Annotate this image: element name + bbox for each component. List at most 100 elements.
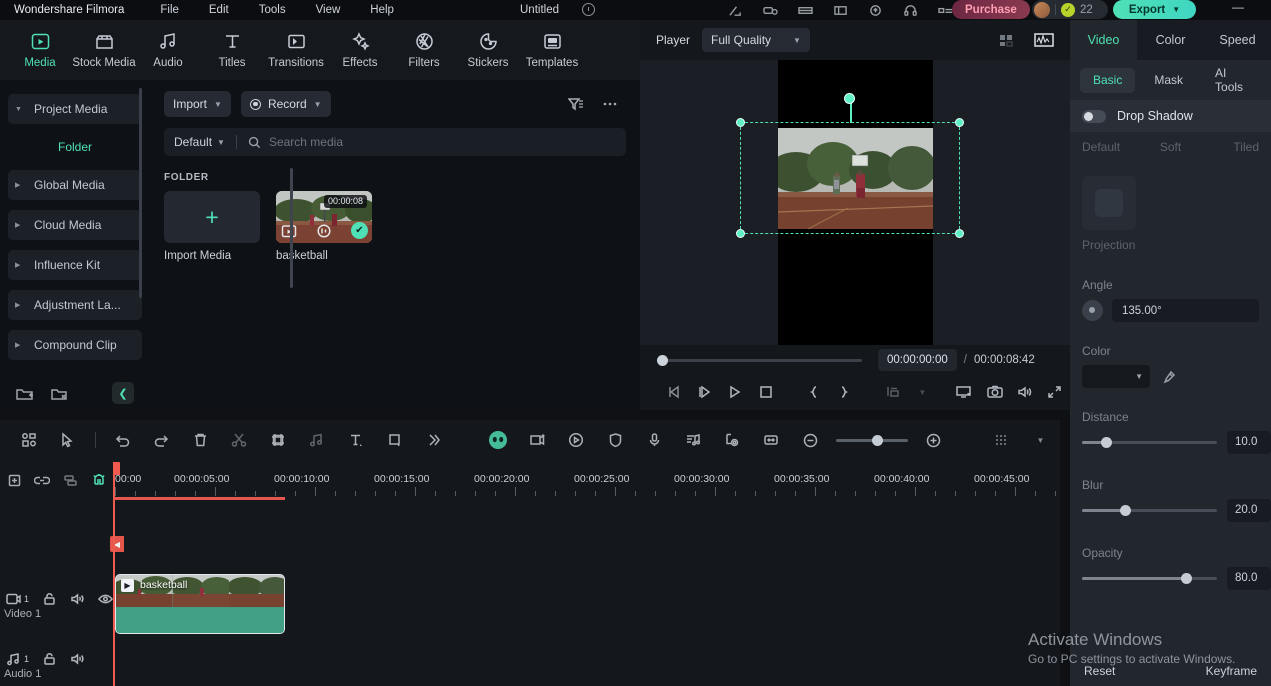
sidebar-item-cloud-media[interactable]: ▶ Cloud Media: [8, 210, 142, 240]
view-grid-icon[interactable]: [10, 425, 49, 455]
lock-icon[interactable]: [42, 652, 57, 666]
snapshot-button[interactable]: [980, 378, 1010, 406]
eyedropper-icon[interactable]: [1162, 370, 1176, 384]
subtab-ai-tools[interactable]: AI Tools: [1202, 66, 1261, 94]
smart-cutout-icon[interactable]: [713, 425, 752, 455]
media-cell-import[interactable]: + Import Media: [164, 191, 260, 262]
undo-button[interactable]: [103, 425, 142, 455]
redo-button[interactable]: [142, 425, 181, 455]
distance-slider[interactable]: [1082, 437, 1217, 448]
waveform-monitor-icon[interactable]: [1034, 32, 1054, 48]
shape-button[interactable]: [376, 425, 415, 455]
mark-in-button[interactable]: [799, 378, 829, 406]
timeline-options-dropdown[interactable]: ▼: [1021, 425, 1060, 455]
headset-icon[interactable]: [903, 4, 918, 17]
opacity-knob[interactable]: [1180, 573, 1192, 584]
sidebar-item-compound-clip[interactable]: ▶ Compound Clip: [8, 330, 142, 360]
projection-preview[interactable]: [1082, 176, 1136, 230]
resize-handle-top-right[interactable]: [954, 118, 964, 127]
sidebar-item-global-media[interactable]: ▶ Global Media: [8, 170, 142, 200]
ruler-scale[interactable]: 00:00 00:00:05:00 00:00:10:00 00:00:15:0…: [113, 460, 1060, 500]
menu-tools[interactable]: Tools: [259, 4, 286, 16]
search-input[interactable]: Search media: [269, 135, 343, 149]
sidebar-folder-label[interactable]: Folder: [0, 134, 150, 160]
tab-stock-media[interactable]: Stock Media: [72, 21, 136, 79]
sidebar-item-adjustment-layer[interactable]: ▶ Adjustment La...: [8, 290, 142, 320]
mute-icon[interactable]: [70, 652, 85, 666]
list-view-icon[interactable]: [938, 4, 953, 17]
previous-frame-button[interactable]: [660, 378, 690, 406]
tab-transitions[interactable]: Transitions: [264, 21, 328, 79]
add-track-icon[interactable]: [0, 468, 28, 492]
export-button[interactable]: Export ▼: [1113, 0, 1196, 19]
audio-detach-button[interactable]: [298, 425, 337, 455]
split-button[interactable]: [220, 425, 259, 455]
tab-stickers[interactable]: Stickers: [456, 21, 520, 79]
fit-to-width-icon[interactable]: [752, 425, 791, 455]
collapse-sidebar-button[interactable]: ❮: [112, 382, 134, 404]
keyframe-button[interactable]: Keyframe: [1206, 664, 1257, 678]
record-screen-icon[interactable]: [763, 4, 778, 17]
angle-dial[interactable]: [1082, 300, 1103, 321]
tab-video[interactable]: Video: [1070, 20, 1137, 60]
drop-shadow-toggle[interactable]: [1082, 109, 1106, 123]
preset-default[interactable]: Default: [1082, 140, 1141, 154]
distance-value[interactable]: 10.0: [1227, 431, 1271, 454]
resize-handle-bottom-left[interactable]: [735, 229, 745, 238]
menu-help[interactable]: Help: [370, 4, 394, 16]
audio-mixer-icon[interactable]: [674, 425, 713, 455]
tab-media[interactable]: Media: [8, 21, 72, 79]
selection-box[interactable]: [735, 93, 964, 238]
grid-view-icon[interactable]: [999, 33, 1016, 48]
tab-filters[interactable]: Filters: [392, 21, 456, 79]
current-timecode[interactable]: 00:00:00:00: [878, 349, 957, 371]
menu-file[interactable]: File: [160, 4, 179, 16]
timeline-options-icon[interactable]: [982, 425, 1021, 455]
delete-button[interactable]: [181, 425, 220, 455]
layout-icon[interactable]: [833, 4, 848, 17]
tab-effects[interactable]: Effects: [328, 21, 392, 79]
volume-button[interactable]: [1010, 378, 1040, 406]
media-search-bar[interactable]: Default ▼ Search media: [164, 128, 626, 156]
blur-value[interactable]: 20.0: [1227, 499, 1271, 522]
visibility-eye-icon[interactable]: [98, 592, 113, 606]
import-media-placeholder[interactable]: +: [164, 191, 260, 243]
microphone-icon[interactable]: [635, 425, 674, 455]
zoom-out-button[interactable]: [791, 425, 830, 455]
delete-folder-icon[interactable]: [50, 386, 68, 402]
opacity-value[interactable]: 80.0: [1227, 567, 1271, 590]
subtab-basic[interactable]: Basic: [1080, 67, 1136, 93]
cloud-sync-icon[interactable]: [582, 3, 595, 16]
selection-tool-icon[interactable]: [49, 425, 88, 455]
minimize-button[interactable]: —: [1232, 1, 1244, 13]
group-clips-icon[interactable]: [57, 468, 85, 492]
rotate-handle[interactable]: [844, 93, 855, 104]
opacity-slider[interactable]: [1082, 573, 1217, 584]
tab-templates[interactable]: Templates: [520, 21, 584, 79]
distance-knob[interactable]: [1101, 437, 1113, 448]
tab-audio[interactable]: Audio: [136, 21, 200, 79]
avatar[interactable]: [1034, 1, 1050, 18]
color-picker[interactable]: ▼: [1082, 365, 1150, 388]
preset-soft[interactable]: Soft: [1141, 140, 1200, 154]
timeline-zoom-slider[interactable]: [835, 434, 908, 446]
sidebar-item-project-media[interactable]: ▼ Project Media: [8, 94, 142, 124]
more-options-icon[interactable]: [602, 96, 618, 112]
import-button[interactable]: Import ▼: [164, 91, 231, 117]
sort-dropdown[interactable]: Default ▼: [174, 135, 225, 149]
seek-knob[interactable]: [657, 354, 668, 366]
new-folder-icon[interactable]: [16, 386, 34, 402]
ai-assistant-icon[interactable]: [479, 425, 518, 455]
stop-button[interactable]: [751, 378, 781, 406]
split-screen-icon[interactable]: [798, 4, 813, 17]
link-clips-icon[interactable]: [28, 468, 56, 492]
mark-out-button[interactable]: [829, 378, 859, 406]
subtab-mask[interactable]: Mask: [1141, 68, 1196, 93]
filter-sort-icon[interactable]: [568, 96, 584, 112]
more-tools-button[interactable]: [415, 425, 454, 455]
tab-color[interactable]: Color: [1137, 20, 1204, 60]
purchase-button[interactable]: Purchase: [952, 0, 1030, 19]
upload-icon[interactable]: [868, 4, 883, 17]
zoom-knob[interactable]: [871, 434, 883, 446]
reset-button[interactable]: Reset: [1084, 664, 1115, 678]
